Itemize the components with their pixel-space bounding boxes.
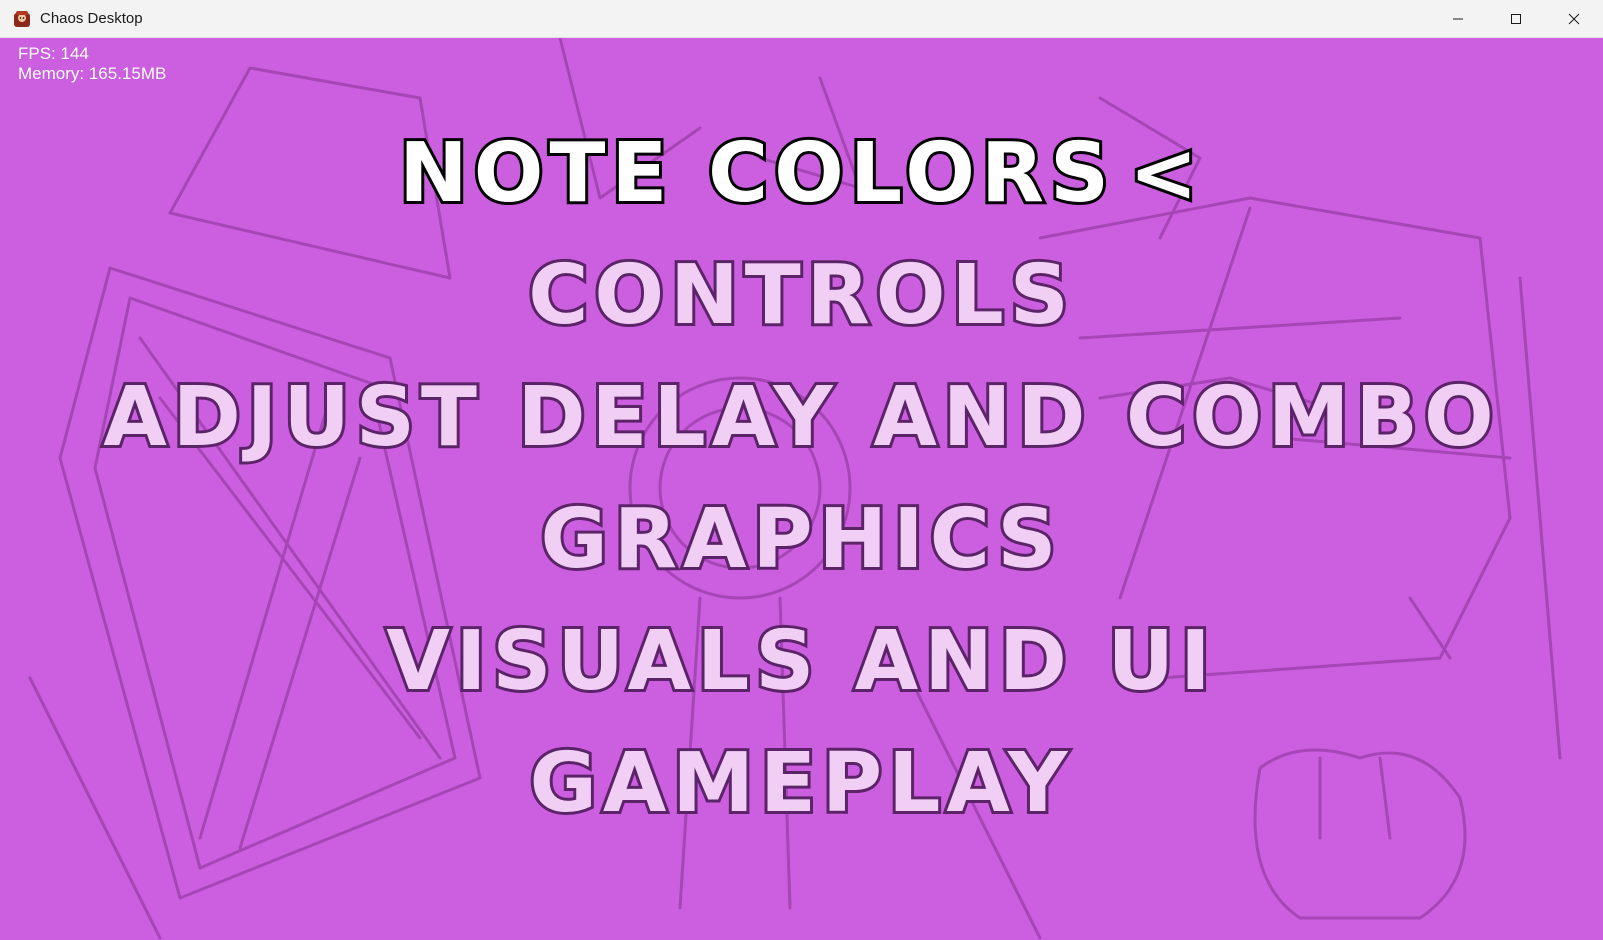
close-button[interactable] <box>1545 0 1603 38</box>
menu-item-label: CONTROLS <box>525 245 1075 346</box>
menu-item-adjust-delay-and-combo[interactable]: ADJUST DELAY AND COMBO <box>0 367 1603 468</box>
menu-item-label: NOTE COLORS <box>396 123 1116 224</box>
selection-arrow-icon: < <box>1126 123 1204 224</box>
window-title: Chaos Desktop <box>40 10 143 27</box>
game-viewport[interactable]: FPS: 144 Memory: 165.15MB NOTE COLORS < C… <box>0 38 1603 940</box>
options-menu: NOTE COLORS < CONTROLS ADJUST DELAY AND C… <box>0 38 1603 940</box>
minimize-icon <box>1453 18 1463 20</box>
window-controls <box>1429 0 1603 38</box>
menu-item-label: GAMEPLAY <box>527 733 1074 834</box>
maximize-button[interactable] <box>1487 0 1545 38</box>
menu-item-gameplay[interactable]: GAMEPLAY <box>0 733 1603 834</box>
title-bar[interactable]: Chaos Desktop <box>0 0 1603 38</box>
close-icon <box>1568 13 1580 25</box>
app-icon <box>14 10 30 27</box>
menu-item-label: VISUALS AND UI <box>383 611 1217 712</box>
menu-item-visuals-and-ui[interactable]: VISUALS AND UI <box>0 611 1603 712</box>
menu-item-note-colors[interactable]: NOTE COLORS < <box>0 123 1603 224</box>
menu-item-label: ADJUST DELAY AND COMBO <box>100 367 1500 468</box>
minimize-button[interactable] <box>1429 0 1487 38</box>
app-window: Chaos Desktop FPS: 144 Memory: 165.15MB … <box>0 0 1603 940</box>
menu-item-graphics[interactable]: GRAPHICS <box>0 489 1603 590</box>
maximize-icon <box>1511 14 1521 24</box>
menu-item-controls[interactable]: CONTROLS <box>0 245 1603 346</box>
menu-item-label: GRAPHICS <box>538 489 1063 590</box>
